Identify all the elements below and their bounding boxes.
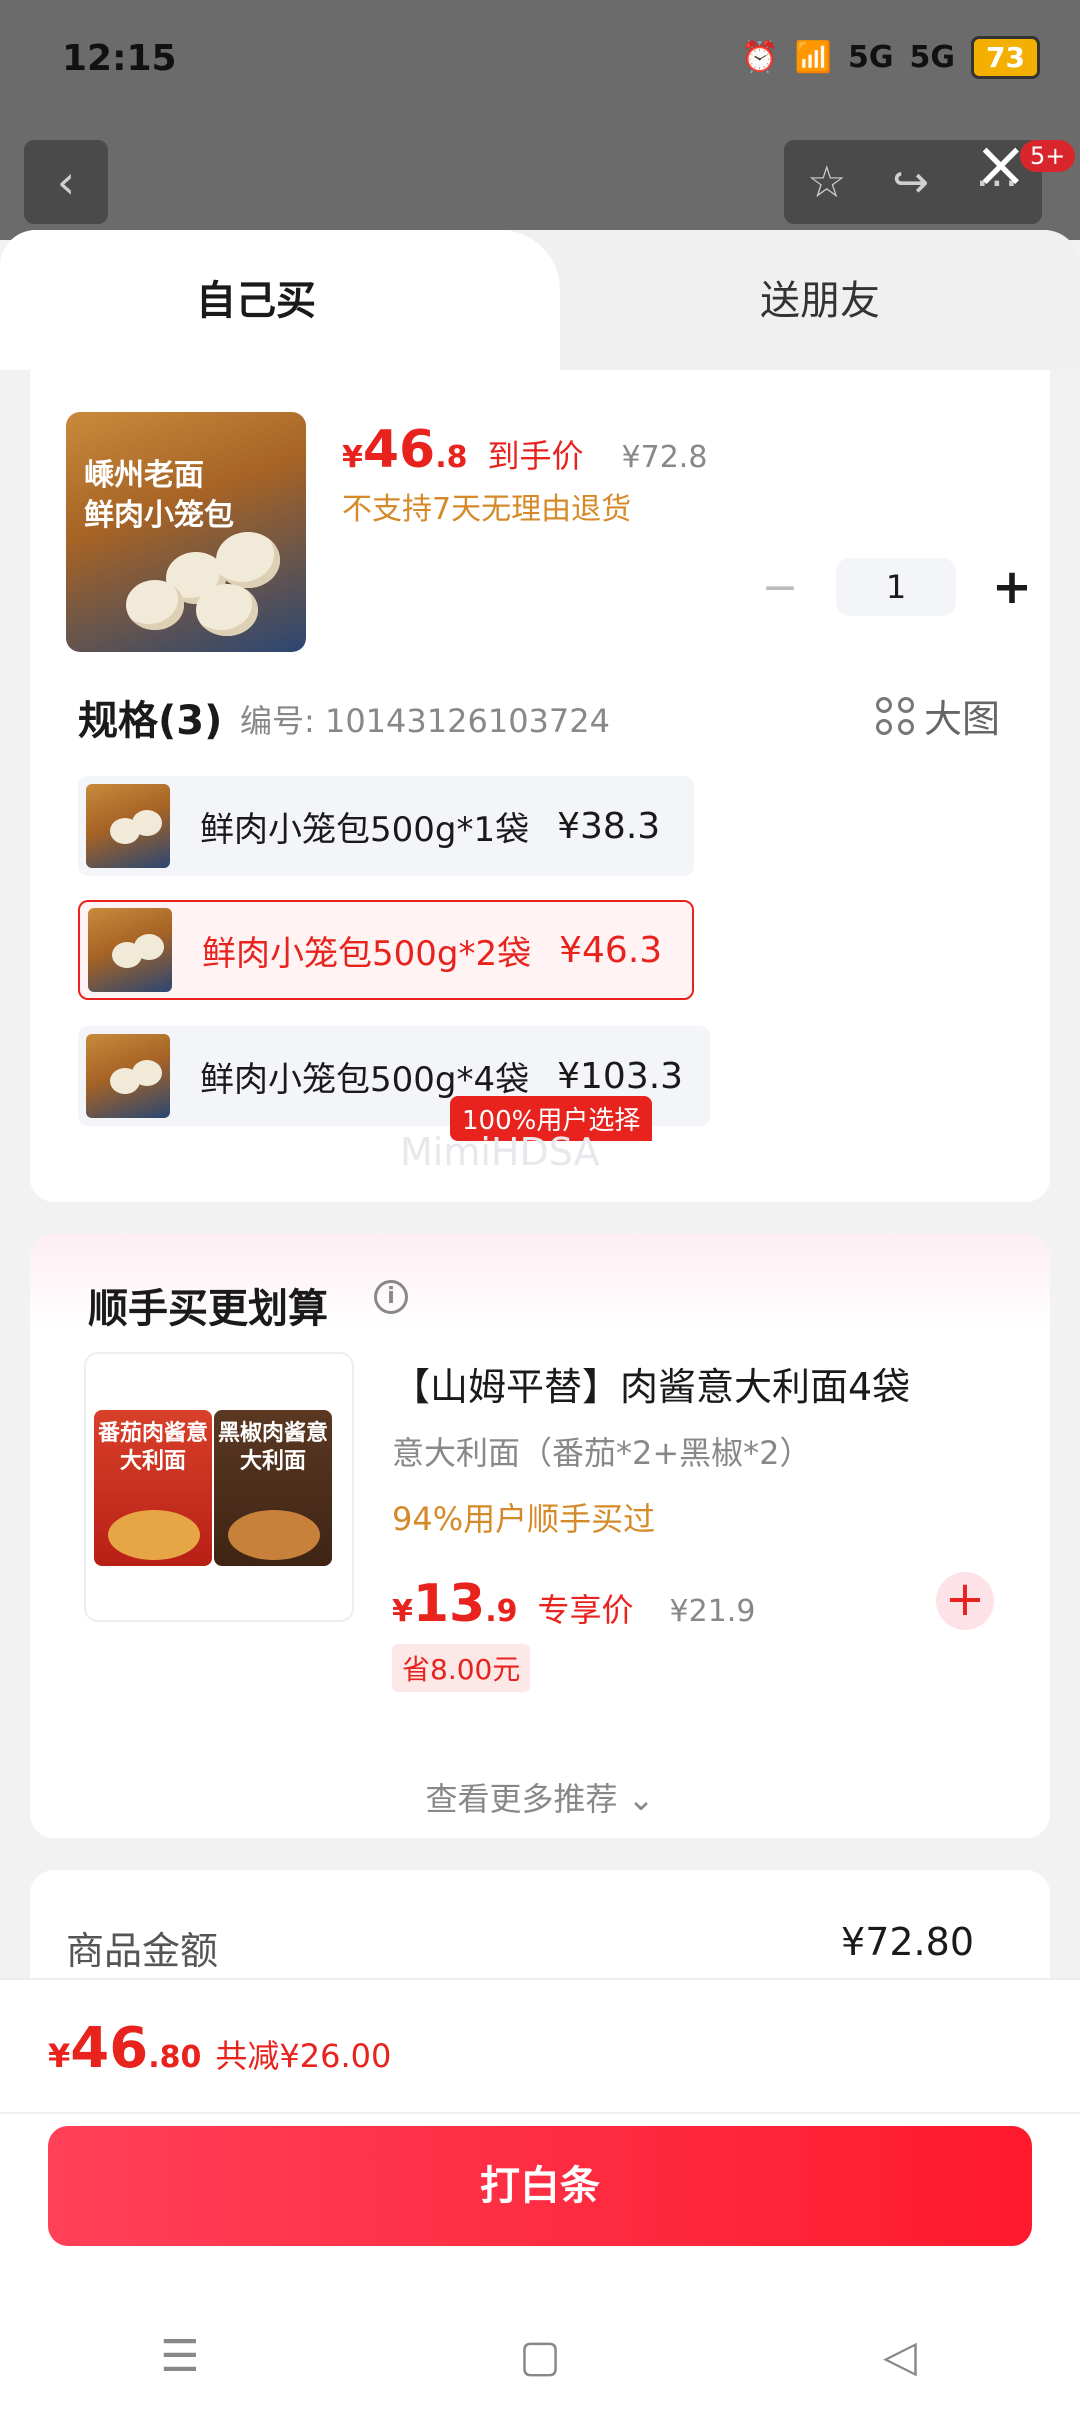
bundle-product-name[interactable]: 【山姆平替】肉酱意大利面4袋 (392, 1356, 910, 1411)
summary-value: ¥72.80 (841, 1920, 974, 1964)
status-bar: 12:15 ⏰ 📶 5G 5G 73 (0, 0, 1080, 120)
tab-buy-for-self[interactable]: 自己买 (196, 268, 316, 326)
spec-title: 规格(3) (78, 698, 223, 744)
more-recommendations-link[interactable]: 查看更多推荐 ⌄ (30, 1774, 1050, 1820)
bundle-price: ¥ 13 .9 专享价 ¥21.9 (392, 1574, 756, 1634)
divider (0, 2112, 1080, 2114)
status-time: 12:15 (62, 38, 177, 79)
signal-icon-2: 5G (909, 40, 956, 75)
quantity-stepper: − 1 + (750, 558, 1042, 616)
notification-badge: 5+ (1020, 140, 1076, 172)
original-price: ¥72.8 (621, 440, 708, 475)
tab-bar: 自己买 送朋友 (0, 230, 1080, 370)
spec-thumbnail (86, 1034, 170, 1118)
savings-badge: 省8.00元 (392, 1644, 531, 1692)
bundle-original-price: ¥21.9 (669, 1594, 756, 1629)
status-icons: ⏰ 📶 5G 5G 73 (741, 36, 1040, 79)
grid-icon (875, 696, 914, 735)
chevron-left-icon: ‹ (56, 155, 76, 209)
back-button[interactable]: ‹ (24, 140, 108, 224)
system-nav-bar: ☰ ▢ ◁ (0, 2300, 1080, 2412)
close-icon[interactable]: × (974, 128, 1028, 202)
bundle-product-image[interactable]: 番茄肉酱意大利面 黑椒肉酱意大利面 (84, 1352, 354, 1622)
spec-code: 编号: 10143126103724 (240, 702, 610, 740)
watermark: MimiHDSA (400, 1130, 600, 1174)
battery-icon: 73 (971, 36, 1040, 79)
quantity-input[interactable]: 1 (836, 558, 956, 616)
return-policy-note: 不支持7天无理由退货 (342, 492, 632, 527)
wifi-icon: 📶 (794, 40, 833, 75)
spec-thumbnail (86, 784, 170, 868)
bundle-card: 顺手买更划算 i 番茄肉酱意大利面 黑椒肉酱意大利面 【山姆平替】肉酱意大利面4… (30, 1234, 1050, 1838)
decrease-button[interactable]: − (750, 562, 810, 613)
spec-thumbnail (88, 908, 172, 992)
product-image[interactable]: 嵊州老面 鲜肉小笼包 (66, 412, 306, 652)
back-icon[interactable]: ◁ (800, 2331, 1000, 2382)
menu-icon[interactable]: ☰ (80, 2331, 280, 2382)
spec-option-selected[interactable]: 鲜肉小笼包500g*2袋 ¥46.3 (78, 900, 694, 1000)
bundle-title: 顺手买更划算 (88, 1286, 328, 1332)
star-icon[interactable]: ☆ (807, 157, 846, 208)
total-discount: 共减¥26.00 (215, 2037, 392, 2075)
big-image-button[interactable]: 大图 (875, 688, 1000, 743)
signal-icon: 5G (848, 40, 894, 75)
summary-label: 商品金额 (66, 1929, 219, 1973)
total-price: ¥ 46 .80 共减¥26.00 (48, 2016, 392, 2081)
info-icon[interactable]: i (374, 1280, 408, 1314)
tab-send-to-friend[interactable]: 送朋友 (760, 268, 880, 326)
spec-option[interactable]: 鲜肉小笼包500g*1袋 ¥38.3 (78, 776, 694, 876)
add-bundle-button[interactable]: + (936, 1572, 994, 1630)
alarm-icon: ⏰ (741, 40, 779, 75)
product-card: 嵊州老面 鲜肉小笼包 ¥ 46 .8 到手价 ¥72.8 不支持7天无理由退货 … (30, 370, 1050, 1202)
product-price: ¥ 46 .8 到手价 ¥72.8 (342, 420, 708, 480)
home-icon[interactable]: ▢ (440, 2331, 640, 2382)
share-icon[interactable]: ↪ (892, 157, 929, 208)
pay-button[interactable]: 打白条 (48, 2126, 1032, 2246)
bundle-bought-note: 94%用户顺手买过 (392, 1500, 656, 1538)
product-image-text: 嵊州老面 鲜肉小笼包 (84, 458, 234, 533)
bundle-product-spec: 意大利面（番茄*2+黑椒*2） (392, 1434, 812, 1472)
increase-button[interactable]: + (982, 559, 1042, 615)
